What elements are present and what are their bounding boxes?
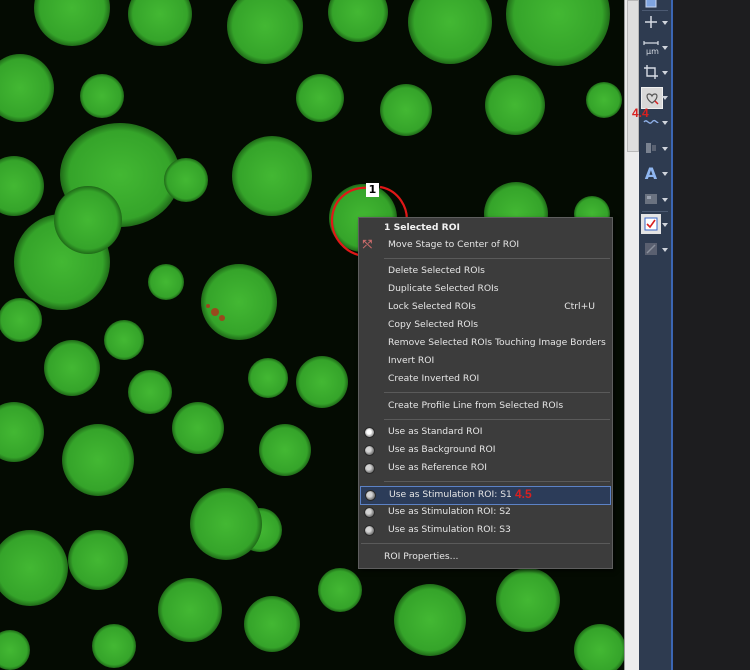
menu-item-label: Use as Stimulation ROI: S2	[388, 506, 511, 517]
menu-item-label: ROI Properties...	[384, 551, 459, 562]
menu-item-lock[interactable]: Lock Selected ROIs Ctrl+U	[359, 299, 612, 317]
step-annotation-4-5: 4.5	[515, 487, 532, 501]
roi-toolbar: μm A	[639, 0, 671, 670]
disabled-roi-icon[interactable]	[641, 239, 661, 259]
checked-roi-dropdown-icon[interactable]	[662, 223, 668, 227]
menu-item-duplicate[interactable]: Duplicate Selected ROIs	[359, 281, 612, 299]
menu-header-label: 1 Selected ROI	[384, 222, 460, 233]
image-annotation-icon[interactable]	[641, 189, 661, 209]
radio-icon	[365, 490, 376, 501]
menu-item-invert[interactable]: Invert ROI	[359, 353, 612, 371]
split-dropdown-icon[interactable]	[662, 147, 668, 151]
unit-label: μm	[646, 47, 659, 56]
radio-icon	[364, 445, 375, 456]
menu-item-label: Remove Selected ROIs Touching Image Bord…	[388, 337, 606, 348]
menu-item-copy[interactable]: Copy Selected ROIs	[359, 317, 612, 335]
menu-item-properties[interactable]: ROI Properties...	[359, 549, 612, 567]
menu-item-shortcut: Ctrl+U	[564, 301, 595, 312]
crop-dropdown-icon[interactable]	[662, 71, 668, 75]
scrollbar-thumb[interactable]	[627, 0, 639, 152]
side-panel	[671, 0, 750, 670]
text-tool-label: A	[644, 163, 658, 183]
roi-number-label: 1	[366, 183, 379, 197]
heart-roi-dropdown-icon[interactable]	[662, 96, 668, 100]
disabled-roi-dropdown-icon[interactable]	[662, 248, 668, 252]
menu-item-label: Use as Background ROI	[388, 444, 496, 455]
menu-item-label: Use as Standard ROI	[388, 426, 483, 437]
checked-roi-icon[interactable]	[641, 214, 661, 234]
menu-item-remove-touching[interactable]: Remove Selected ROIs Touching Image Bord…	[359, 335, 612, 353]
radio-icon	[364, 463, 375, 474]
vertical-scrollbar[interactable]	[624, 0, 640, 670]
menu-item-label: Move Stage to Center of ROI	[388, 239, 520, 250]
radio-icon	[364, 507, 375, 518]
menu-item-label: Delete Selected ROIs	[388, 265, 485, 276]
menu-item-move-stage[interactable]: ⤲ Move Stage to Center of ROI	[359, 237, 612, 255]
wave-roi-dropdown-icon[interactable]	[662, 121, 668, 125]
menu-item-label: Invert ROI	[388, 355, 435, 366]
menu-item-use-stim-s3[interactable]: Use as Stimulation ROI: S3	[359, 522, 612, 540]
menu-item-label: Use as Stimulation ROI: S3	[388, 524, 511, 535]
menu-item-use-stim-s1[interactable]: Use as Stimulation ROI: S1 4.5	[360, 486, 611, 505]
crop-icon[interactable]	[641, 62, 661, 82]
crosshair-dropdown-icon[interactable]	[662, 21, 668, 25]
menu-item-label: Create Inverted ROI	[388, 373, 480, 384]
menu-item-label: Lock Selected ROIs	[388, 301, 476, 312]
menu-item-use-background[interactable]: Use as Background ROI	[359, 442, 612, 460]
step-annotation-4-4: 4.4	[632, 106, 649, 120]
menu-item-use-reference[interactable]: Use as Reference ROI	[359, 460, 612, 478]
menu-header: 1 Selected ROI	[359, 220, 612, 238]
split-icon[interactable]	[641, 138, 661, 158]
menu-item-label: Create Profile Line from Selected ROIs	[388, 400, 564, 411]
measure-dropdown-icon[interactable]	[662, 46, 668, 50]
menu-item-label: Copy Selected ROIs	[388, 319, 479, 330]
measure-um-icon[interactable]: μm	[641, 37, 661, 57]
move-stage-icon: ⤲	[363, 238, 372, 251]
radio-selected-icon	[364, 427, 375, 438]
menu-item-label: Use as Stimulation ROI: S1	[389, 489, 512, 500]
menu-item-use-stim-s2[interactable]: Use as Stimulation ROI: S2	[359, 504, 612, 522]
radio-icon	[364, 525, 375, 536]
menu-item-label: Duplicate Selected ROIs	[388, 283, 499, 294]
menu-item-create-inverted[interactable]: Create Inverted ROI	[359, 371, 612, 389]
text-dropdown-icon[interactable]	[662, 172, 668, 176]
image-annotation-dropdown-icon[interactable]	[662, 198, 668, 202]
roi-context-menu: 1 Selected ROI ⤲ Move Stage to Center of…	[358, 217, 613, 569]
menu-item-create-profile[interactable]: Create Profile Line from Selected ROIs	[359, 398, 612, 416]
menu-item-use-standard[interactable]: Use as Standard ROI	[359, 424, 612, 442]
text-annotation-icon[interactable]: A	[641, 163, 661, 183]
menu-item-label: Use as Reference ROI	[388, 462, 487, 473]
menu-item-delete[interactable]: Delete Selected ROIs	[359, 263, 612, 281]
crosshair-icon[interactable]	[641, 12, 661, 32]
